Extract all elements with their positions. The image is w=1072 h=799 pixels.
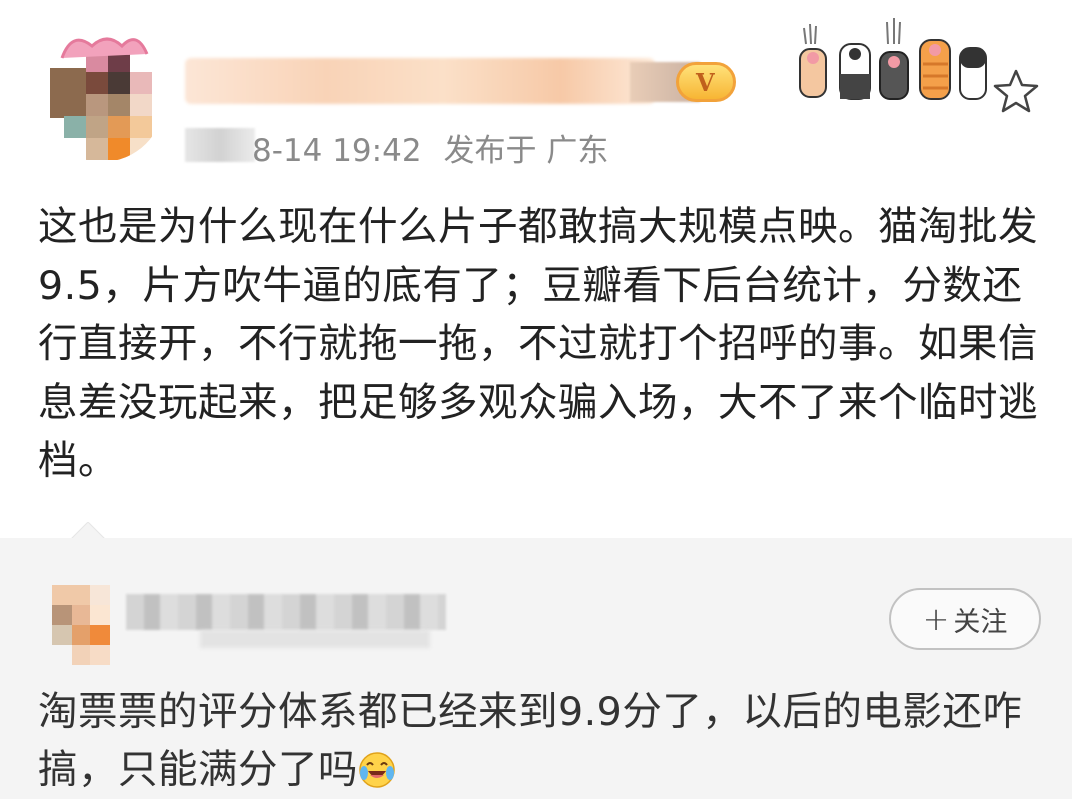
post-content: 这也是为什么现在什么片子都敢搞大规模点映。猫淘批发9.5，片方吹牛逼的底有了；豆… [38,204,1038,484]
cat-paws-decoration [799,18,987,100]
laughing-crying-face-icon [359,752,395,788]
author-name-blurred[interactable] [185,58,655,104]
favorite-star-icon[interactable] [992,68,1040,114]
post-location: 发布于 广东 [443,133,609,169]
follow-button[interactable]: + 关注 [889,588,1041,650]
cat-paw-icon [839,43,871,100]
post-card: V 8-14 19:42 发布于 广东 这也是为什么现在什么片子都敢搞大规模点映… [0,0,1072,538]
cat-paw-icon [799,23,827,98]
follow-label: 关注 [953,606,1008,638]
plus-icon: + [922,600,950,638]
reply-card: + 关注 淘票票的评分体系都已经来到9.9分了，以后的电影还咋搞，只能满分了吗 [0,538,1072,799]
reply-text: 淘票票的评分体系都已经来到9.9分了，以后的电影还咋搞，只能满分了吗 [38,689,1023,793]
cat-paw-icon [959,47,987,100]
vip-badge[interactable]: V [676,62,736,102]
cat-paw-icon [879,18,909,100]
reply-content: 淘票票的评分体系都已经来到9.9分了，以后的电影还咋搞，只能满分了吗 [38,683,1048,799]
post-meta: 8-14 19:42 发布于 广东 [252,125,608,170]
reply-username-blurred-sub [200,630,430,648]
reply-avatar[interactable] [50,585,112,665]
cat-paw-icon [919,39,951,100]
avatar-bow-decoration [60,37,149,59]
reply-username-blurred[interactable] [126,594,446,630]
post-datetime: 8-14 19:42 [252,133,422,169]
date-blurred-prefix [185,128,255,162]
